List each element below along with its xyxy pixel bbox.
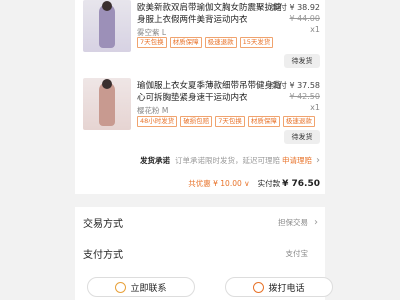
- product-name[interactable]: 瑜伽服上衣女夏季薄款细带吊带健身背心可拆胸垫紧身速干运动内衣: [137, 80, 287, 104]
- payment-method-row: 支付方式 支付宝: [83, 243, 320, 263]
- payment-method-value: 支付宝: [285, 248, 309, 258]
- payment-method-title: 支付方式: [83, 249, 123, 261]
- pending-shipment-button[interactable]: 待发货: [284, 130, 320, 144]
- product-image[interactable]: [83, 78, 131, 130]
- chevron-right-icon: ›: [314, 216, 318, 228]
- product-item[interactable]: 欧美新款双肩带瑜伽文胸女防震聚拢健身服上衣假两件美背运动内衣 实付 ¥ 38.9…: [83, 0, 320, 70]
- contact-button[interactable]: 立即联系: [87, 277, 195, 297]
- pending-shipment-button[interactable]: 待发货: [284, 54, 320, 68]
- phone-icon: [253, 281, 265, 293]
- service-tag: 极速退款: [282, 116, 315, 127]
- service-tags: 7天包换 材质保障 极速退款 15天发货: [137, 37, 317, 48]
- product-price: 实付 ¥ 37.58: [270, 81, 320, 90]
- discount-toggle[interactable]: 共优惠 ¥ 10.00 ∨: [188, 178, 249, 189]
- shipping-promise-row[interactable]: 发货承诺 订单承诺限时发货，延迟可理赔 申请理赔 ›: [83, 153, 320, 167]
- service-tag: 极速退款: [204, 37, 237, 48]
- pay-label: 实付款: [257, 179, 281, 188]
- shipping-promise-desc: 订单承诺限时发货，延迟可理赔: [175, 155, 280, 165]
- service-tag: 7天包换: [137, 37, 167, 48]
- product-price-block: 实付 ¥ 37.58 ¥ 42.50 x1: [271, 80, 320, 113]
- service-tags: 48小时发货 破损包赔 7天包换 材质保障 极速退款: [137, 116, 317, 127]
- original-price: ¥ 42.50: [289, 92, 320, 101]
- product-price: 实付 ¥ 38.92: [270, 3, 320, 12]
- call-button[interactable]: 拨打电话: [225, 277, 333, 297]
- product-name[interactable]: 欧美新款双肩带瑜伽文胸女防震聚拢健身服上衣假两件美背运动内衣: [137, 2, 287, 26]
- service-tag: 材质保障: [247, 116, 280, 127]
- service-tag: 48小时发货: [137, 116, 178, 127]
- service-tag: 15天发货: [239, 37, 274, 48]
- trade-method-value: 担保交易: [278, 217, 308, 227]
- model-head: [102, 1, 112, 11]
- product-quantity: x1: [310, 25, 320, 34]
- product-variant: 樱花粉 M: [137, 106, 169, 115]
- trade-method-title: 交易方式: [83, 218, 123, 230]
- product-item[interactable]: 瑜伽服上衣女夏季薄款细带吊带健身背心可拆胸垫紧身速干运动内衣 实付 ¥ 37.5…: [83, 78, 320, 148]
- product-image[interactable]: [83, 0, 131, 52]
- trade-method-row[interactable]: 交易方式 担保交易 ›: [83, 212, 320, 232]
- claim-link[interactable]: 申请理赔: [282, 155, 312, 166]
- product-price-block: 实付 ¥ 38.92 ¥ 44.00 x1: [271, 2, 320, 35]
- service-tag: 破损包赔: [180, 116, 213, 127]
- order-total: 共优惠 ¥ 10.00 ∨ 实付款 ¥ 76.50: [83, 178, 320, 189]
- contact-button-label: 立即联系: [130, 283, 167, 294]
- service-tag: 7天包换: [215, 116, 245, 127]
- service-tag: 材质保障: [169, 37, 202, 48]
- chevron-right-icon: ›: [316, 154, 320, 166]
- model-head: [102, 79, 112, 89]
- call-button-label: 拨打电话: [268, 283, 305, 294]
- shipping-promise-label: 发货承诺: [140, 155, 170, 165]
- original-price: ¥ 44.00: [289, 14, 320, 23]
- bottom-action-bar: 立即联系 拨打电话: [75, 275, 333, 300]
- product-quantity: x1: [310, 103, 320, 112]
- pay-amount: ¥ 76.50: [282, 179, 320, 189]
- chat-icon: [115, 281, 127, 293]
